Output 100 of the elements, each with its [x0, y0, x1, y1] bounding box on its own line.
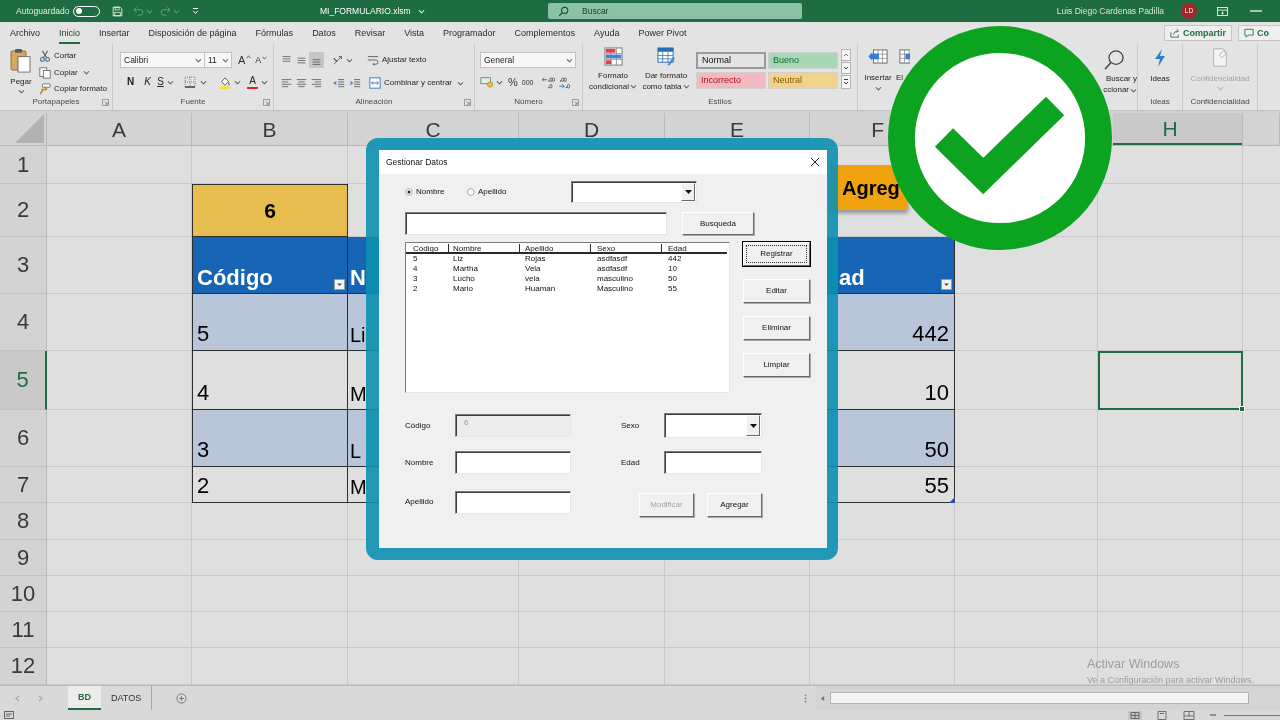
format-painter-button[interactable]: Copiar formato	[39, 81, 107, 97]
filter-dropdown-icon[interactable]	[941, 279, 952, 290]
align-left-icon[interactable]	[281, 77, 292, 89]
input-field[interactable]	[455, 451, 571, 474]
increase-decimal-icon[interactable]	[541, 75, 556, 89]
merge-center-button[interactable]: Combinar y centrar	[369, 75, 465, 91]
comments-button[interactable]: Co	[1238, 25, 1280, 41]
ribbon-tab[interactable]: Programador	[443, 22, 496, 44]
sheet-tab[interactable]: BD	[68, 686, 101, 710]
dialog-button[interactable]: Eliminar	[743, 316, 810, 340]
ribbon-tab[interactable]: Fórmulas	[255, 22, 294, 44]
ribbon-tab[interactable]: Ayuda	[594, 22, 620, 44]
column-header[interactable]: H	[1113, 113, 1242, 145]
paste-button[interactable]: Pegar	[6, 48, 36, 97]
paint-bucket-icon[interactable]	[219, 75, 231, 89]
scroll-up-icon[interactable]	[841, 49, 851, 61]
dropdown-button[interactable]	[681, 183, 695, 201]
decrease-indent-icon[interactable]	[333, 77, 345, 89]
row-header[interactable]: 4	[0, 294, 47, 351]
more-styles-icon[interactable]	[841, 75, 851, 89]
row-header[interactable]: 11	[0, 612, 47, 648]
search-button[interactable]: Busqueda	[682, 212, 754, 235]
font-size-field[interactable]: 11	[205, 52, 232, 68]
conditional-format-button[interactable]: Formato condicional	[587, 47, 639, 97]
dropdown-button[interactable]	[746, 415, 760, 436]
search-input-field[interactable]	[405, 212, 667, 235]
diagonal-arrow-icon[interactable]	[332, 54, 344, 66]
normal-view-icon[interactable]	[1128, 710, 1142, 720]
ribbon-tab[interactable]: Power Pivot	[638, 22, 687, 44]
format-as-table-button[interactable]: Dar formato como tabla	[639, 47, 693, 97]
cut-button[interactable]: Cortar	[39, 48, 107, 64]
dialog-launcher-icon[interactable]	[263, 98, 270, 106]
row-header[interactable]: 10	[0, 576, 47, 612]
scroll-down-icon[interactable]	[841, 62, 851, 74]
font-name-field[interactable]: Calibri	[120, 52, 205, 68]
ideas-button[interactable]: Ideas	[1150, 48, 1170, 83]
radio-option[interactable]: Apellido	[467, 188, 571, 196]
insert-cells-button[interactable]: Insertar	[862, 49, 894, 97]
ribbon-tab[interactable]: Archivo	[10, 22, 40, 44]
dialog-button[interactable]: Editar	[743, 279, 810, 303]
fill-handle[interactable]	[1239, 406, 1245, 412]
vertical-dots-icon[interactable]	[804, 693, 807, 703]
selected-cell[interactable]	[1098, 351, 1243, 410]
bold-button[interactable]: N	[124, 77, 137, 87]
ribbon-tab[interactable]: Insertar	[99, 22, 130, 44]
row-header[interactable]: 3	[0, 237, 47, 294]
borders-icon[interactable]	[184, 76, 196, 88]
add-sheet-icon[interactable]	[176, 692, 188, 704]
grow-font-button[interactable]: A	[238, 54, 252, 66]
underline-button[interactable]: S	[155, 77, 166, 87]
cell-style[interactable]: Incorrecto	[696, 72, 766, 89]
document-icon[interactable]	[4, 711, 14, 719]
scrollbar-thumb[interactable]	[830, 692, 1249, 704]
align-right-icon[interactable]	[311, 77, 322, 89]
ribbon-tab[interactable]: Datos	[312, 22, 336, 44]
row-header[interactable]: 8	[0, 503, 47, 540]
italic-button[interactable]: K	[141, 77, 154, 87]
redo-icon[interactable]	[160, 6, 172, 16]
radio-option[interactable]: Nombre	[405, 188, 467, 196]
scroll-left-icon[interactable]	[820, 694, 825, 702]
increase-indent-icon[interactable]	[349, 77, 361, 89]
ribbon-tab[interactable]: Vista	[404, 22, 424, 44]
page-break-icon[interactable]	[1183, 710, 1195, 720]
dropdown-field[interactable]	[571, 181, 697, 203]
page-layout-icon[interactable]	[1156, 710, 1168, 720]
ribbon-tab[interactable]: Revisar	[354, 22, 386, 44]
input-field[interactable]	[455, 490, 571, 514]
font-color-button[interactable]: A	[247, 75, 258, 89]
row-header[interactable]: 12	[0, 648, 47, 685]
cell-style[interactable]: Neutral	[768, 72, 838, 89]
align-center-icon[interactable]	[296, 77, 307, 89]
share-button[interactable]: Compartir	[1164, 25, 1232, 41]
search-field[interactable]: Buscar	[548, 3, 802, 19]
filter-dropdown-icon[interactable]	[334, 279, 345, 290]
row-header[interactable]: 6	[0, 410, 47, 467]
horizontal-scrollbar[interactable]	[816, 686, 1280, 710]
list-box[interactable]: Código Nombre Apellido Sexo Edad 5 Liz Rojas asdfasdf 442 4 Martha Vela asdfasdf 10 3 Lucho vela masculino 50 2 Mario Huaman Masculino 55	[405, 242, 730, 393]
number-format-field[interactable]: General	[480, 52, 576, 68]
decrease-decimal-icon[interactable]	[558, 75, 573, 89]
find-select-button[interactable]: Buscar y ccionar	[1103, 49, 1137, 95]
dropdown-field[interactable]	[664, 413, 762, 438]
row-header[interactable]: 1	[0, 146, 47, 184]
row-header[interactable]: 2	[0, 184, 47, 237]
dialog-launcher-icon[interactable]	[102, 98, 109, 106]
undo-icon[interactable]	[133, 6, 145, 16]
percent-button[interactable]: %	[508, 76, 518, 88]
dialog-launcher-icon[interactable]	[572, 98, 579, 106]
dialog-button[interactable]: Agregar	[707, 493, 762, 517]
ribbon-tab[interactable]: Disposición de página	[148, 22, 237, 44]
dialog-button[interactable]: Registrar	[743, 242, 810, 266]
wrap-text-button[interactable]: Ajustar texto	[367, 52, 427, 68]
align-bottom-button[interactable]	[309, 52, 324, 68]
row-header[interactable]: 7	[0, 467, 47, 503]
ribbon-tab[interactable]: Complementos	[514, 22, 576, 44]
copy-button[interactable]: Copiar	[39, 64, 107, 81]
dialog-launcher-icon[interactable]	[464, 98, 471, 106]
ribbon-display-icon[interactable]	[1217, 6, 1228, 16]
save-icon[interactable]	[112, 5, 124, 17]
dialog-button[interactable]: Limpiar	[743, 353, 810, 377]
shrink-font-button[interactable]: A	[255, 55, 268, 65]
